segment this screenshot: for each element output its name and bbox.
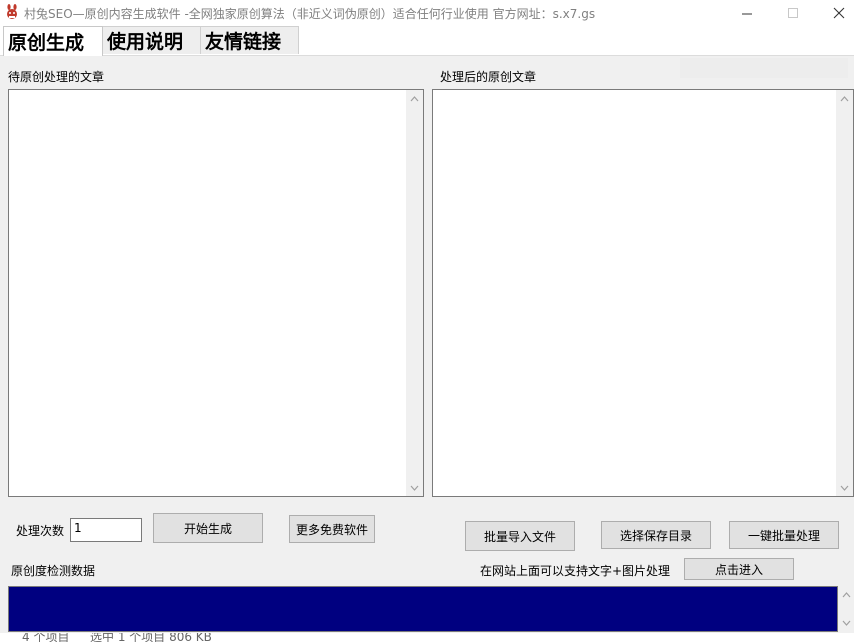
title-bar: 村兔SEO—原创内容生成软件 -全网独家原创算法（非近义词伪原创）适合任何行业使… <box>0 0 854 26</box>
tab-strip: 原创生成 使用说明 友情链接 <box>0 26 854 56</box>
window-title: 村兔SEO—原创内容生成软件 -全网独家原创算法（非近义词伪原创）适合任何行业使… <box>24 7 596 21</box>
progress-scrollbar[interactable] <box>838 586 854 632</box>
batch-process-button[interactable]: 一键批量处理 <box>729 521 839 549</box>
scroll-down-icon[interactable] <box>406 479 423 496</box>
source-label: 待原创处理的文章 <box>8 70 105 84</box>
originality-progress-area <box>8 586 838 632</box>
enter-site-button[interactable]: 点击进入 <box>684 558 794 580</box>
maximize-button[interactable] <box>770 0 816 26</box>
choose-save-dir-button[interactable]: 选择保存目录 <box>601 521 711 549</box>
minimize-button[interactable] <box>724 0 770 26</box>
rabbit-app-icon <box>7 4 17 19</box>
count-input[interactable]: 1 <box>70 518 142 542</box>
more-free-software-button[interactable]: 更多免费软件 <box>289 515 375 543</box>
site-note: 在网站上面可以支持文字+图片处理 <box>480 564 671 578</box>
originality-label: 原创度检测数据 <box>11 564 96 578</box>
batch-import-button[interactable]: 批量导入文件 <box>465 521 575 551</box>
close-button[interactable] <box>816 0 854 26</box>
app-window: 村兔SEO—原创内容生成软件 -全网独家原创算法（非近义词伪原创）适合任何行业使… <box>0 0 854 642</box>
close-icon <box>833 7 845 19</box>
scroll-down-icon[interactable] <box>842 620 851 626</box>
scroll-up-icon[interactable] <box>836 90 853 107</box>
source-textarea[interactable] <box>8 89 424 497</box>
tab-friend-links[interactable]: 友情链接 <box>201 26 299 54</box>
result-label: 处理后的原创文章 <box>440 70 537 84</box>
result-scrollbar[interactable] <box>836 90 853 496</box>
minimize-icon <box>741 13 752 14</box>
scroll-down-icon[interactable] <box>836 479 853 496</box>
count-label: 处理次数 <box>16 524 65 538</box>
start-generate-button[interactable]: 开始生成 <box>153 513 263 543</box>
source-scrollbar[interactable] <box>406 90 423 496</box>
scroll-up-icon[interactable] <box>406 90 423 107</box>
underlying-status-bar: 4 个项目 选中 1 个项目 806 KB <box>0 633 854 642</box>
status-left-text: 4 个项目 <box>22 633 70 642</box>
tab-original-generate[interactable]: 原创生成 <box>3 26 103 56</box>
tab-usage-instructions[interactable]: 使用说明 <box>103 26 201 54</box>
scroll-up-icon[interactable] <box>842 592 851 598</box>
maximize-icon <box>787 7 798 18</box>
result-textarea[interactable] <box>432 89 854 497</box>
top-right-blank <box>680 58 848 78</box>
status-mid-text: 选中 1 个项目 806 KB <box>90 633 212 642</box>
main-panel: 待原创处理的文章 处理后的原创文章 处理次数 1 开始生成 更多免费软件 批量导… <box>0 56 854 642</box>
